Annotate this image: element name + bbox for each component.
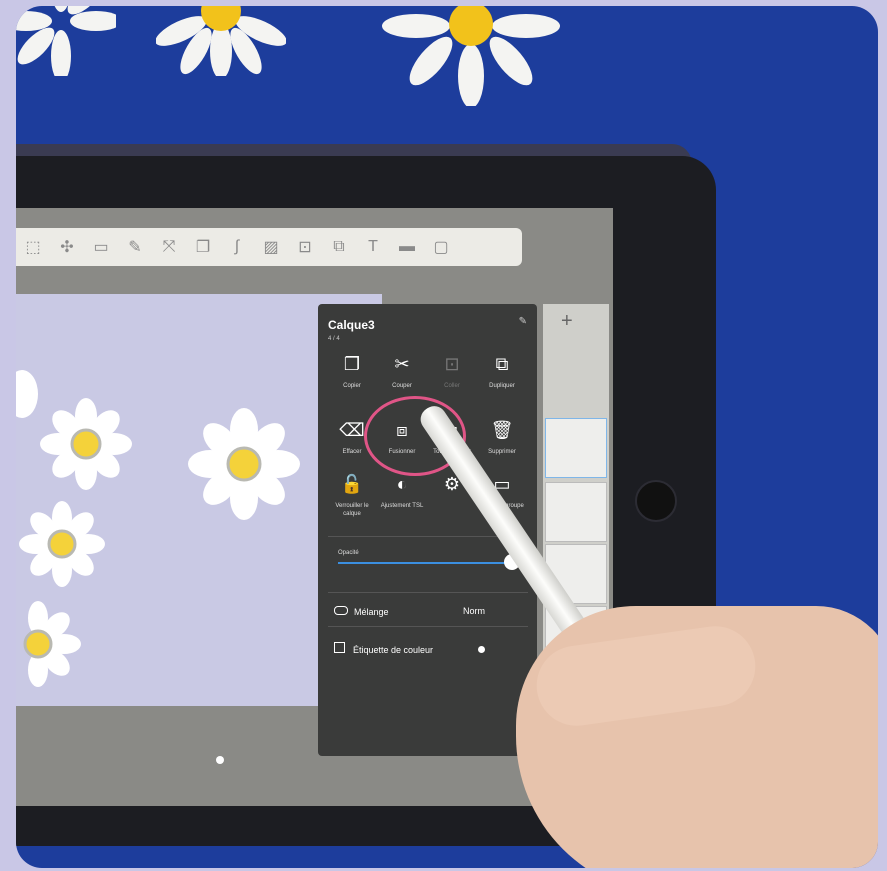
color-tag-icon xyxy=(334,642,345,653)
action-cut[interactable]: ✂ Couper xyxy=(376,354,428,390)
divider xyxy=(328,592,528,593)
text-frame-icon[interactable]: ⧉ xyxy=(322,238,356,256)
scissors-icon: ✂ xyxy=(394,354,410,374)
color-tag-label: Étiquette de couleur xyxy=(353,645,434,655)
photo-frame: ⬚ ✣ ▭ ✎ ⤧ ❐ ∫ ▨ ⊡ ⧉ T ▬ ▢ + Calque3 4 / … xyxy=(16,6,878,868)
select-icon[interactable]: ⬚ xyxy=(16,237,50,257)
color-tag-dot[interactable] xyxy=(478,646,485,653)
layer-count: 4 / 4 xyxy=(328,336,340,342)
layer-thumbnail[interactable] xyxy=(545,418,607,478)
document-icon[interactable]: ▭ xyxy=(84,237,118,257)
add-layer-button[interactable]: + xyxy=(561,310,573,333)
trash-icon: 🗑 xyxy=(490,420,514,440)
copy-icon: ❐ xyxy=(343,354,361,374)
action-paste[interactable]: ⊡ Coller xyxy=(426,354,478,390)
action-adjust[interactable]: ◐ Ajustement TSL xyxy=(376,474,428,510)
layer-thumbnail[interactable] xyxy=(545,482,607,542)
blend-mode-value[interactable]: Norm xyxy=(463,606,485,616)
action-copy[interactable]: ❐ Copier xyxy=(326,354,378,390)
layer-name: Calque3 xyxy=(328,318,375,332)
curve-icon[interactable]: ∫ xyxy=(220,238,254,256)
rename-icon[interactable]: ✎ xyxy=(519,316,527,327)
blend-label: Mélange xyxy=(354,607,389,617)
opacity-label: Opacité xyxy=(338,550,359,556)
paste-icon[interactable]: ⊡ xyxy=(288,237,322,257)
transform-icon[interactable]: ⤧ xyxy=(152,238,186,256)
opacity-slider[interactable] xyxy=(338,562,508,564)
daisy-top-left xyxy=(16,6,116,76)
layers-copy-icon[interactable]: ❐ xyxy=(186,237,220,257)
blend-mode-row[interactable]: Mélange xyxy=(334,606,389,617)
lock-icon: 🔓 xyxy=(340,474,364,494)
blend-toggle-icon[interactable] xyxy=(334,606,348,615)
page-indicator xyxy=(216,756,224,764)
color-tag-row[interactable]: Étiquette de couleur xyxy=(334,642,433,655)
paste-icon: ⊡ xyxy=(444,354,460,374)
duplicate-icon: ⧉ xyxy=(495,354,509,374)
adjust-icon: ◐ xyxy=(396,474,408,494)
pencil-icon[interactable]: ✎ xyxy=(118,237,152,257)
daisy-top-right xyxy=(382,6,560,106)
action-lock[interactable]: 🔓 Verrouiller le calque xyxy=(326,474,378,518)
toolbar: ⬚ ✣ ▭ ✎ ⤧ ❐ ∫ ▨ ⊡ ⧉ T ▬ ▢ xyxy=(16,228,522,266)
daisy-top-middle xyxy=(156,6,286,76)
color-icon[interactable]: ▬ xyxy=(390,238,424,256)
divider xyxy=(328,626,528,627)
action-delete[interactable]: 🗑 Supprimer xyxy=(476,420,528,456)
text-icon[interactable]: T xyxy=(356,238,390,256)
image-icon[interactable]: ▨ xyxy=(254,237,288,257)
move-icon[interactable]: ✣ xyxy=(50,237,84,257)
frame-icon[interactable]: ▢ xyxy=(424,237,458,257)
home-button[interactable] xyxy=(635,480,677,522)
action-duplicate[interactable]: ⧉ Dupliquer xyxy=(476,354,528,390)
